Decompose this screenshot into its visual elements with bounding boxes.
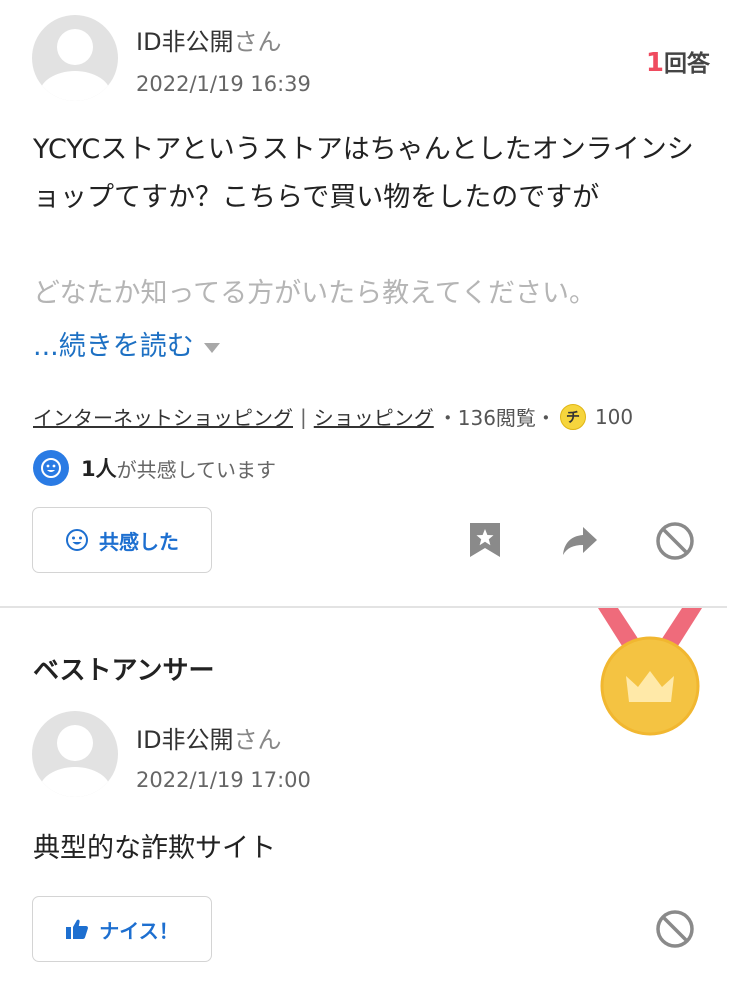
share-button[interactable] [560,522,600,560]
smile-icon [66,529,88,551]
block-button[interactable] [654,520,696,562]
empathy-count: 1人 [81,457,117,481]
category-separator: | [300,404,307,429]
answer-username[interactable]: ID非公開さん [136,720,282,755]
category-link-shopping[interactable]: ショッピング [314,402,434,431]
block-icon [656,910,694,948]
empathize-button[interactable]: 共感した [32,507,212,573]
block-icon [656,522,694,560]
empathy-text: が共感しています [116,457,277,482]
nice-button-label: ナイス！ [99,918,179,943]
question-username[interactable]: ID非公開さん [136,22,282,57]
empathy-status: 1人 が共感しています [33,450,276,486]
smile-icon [33,450,69,486]
answer-username-suffix: さん [233,726,282,754]
share-arrow-icon [563,527,597,555]
question-text-faded: どなたか知ってる方がいたら教えてください。 [33,278,596,309]
answer-user-avatar [32,711,118,797]
category-link-internet-shopping[interactable]: インターネットショッピング [33,402,293,431]
view-count: ・136閲覧・ [437,406,556,430]
answer-count[interactable]: 1回答 [646,44,710,78]
nice-button[interactable]: ナイス！ [32,896,212,962]
coin-icon: チ [559,403,586,430]
answer-count-label: 回答 [664,51,710,77]
read-more-link[interactable]: ...続きを読む [33,324,220,363]
coin-amount: 100 [594,404,634,429]
question-username-name: ID非公開 [136,28,234,56]
medal-crown-icon [598,608,702,736]
answer-date: 2022/1/19 17:00 [136,768,311,792]
question-username-suffix: さん [233,28,282,56]
question-text: YCYCストアというストアはちゃんとしたオンラインショップてすか？こちらで買い物… [33,134,694,213]
chevron-down-icon [203,342,220,353]
best-answer-title: ベストアンサー [33,656,215,686]
best-answer-text: 典型的な詐欺サイト [33,833,276,864]
question-user-avatar [32,15,118,101]
bookmark-star-icon [470,523,500,557]
empathize-button-label: 共感した [99,529,179,554]
answer-username-name: ID非公開 [136,726,234,754]
question-meta: インターネットショッピング | ショッピング ・136閲覧・ チ 100 [33,402,633,431]
answer-block-button[interactable] [654,908,696,950]
thumbs-up-icon [66,919,89,939]
bookmark-button[interactable] [466,520,504,560]
answer-count-number: 1 [645,48,664,78]
question-date: 2022/1/19 16:39 [136,72,311,96]
read-more-label: ...続きを読む [33,331,194,362]
